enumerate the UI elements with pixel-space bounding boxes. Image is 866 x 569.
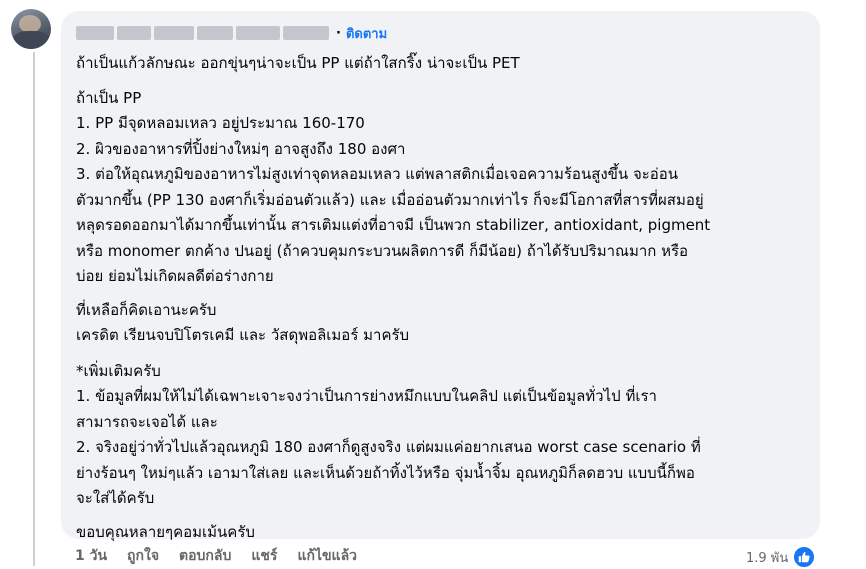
comment-bubble: · ติดตาม ถ้าเป็นแก้วลักษณะ ออกขุ่นๆน่าจะ…	[61, 11, 820, 541]
comment-line: ที่เหลือก็คิดเอานะครับ	[76, 300, 217, 319]
share-button[interactable]: แชร์	[251, 545, 277, 567]
redaction-block	[76, 26, 114, 40]
comment-line: สามารถจะเจอได้ และ	[76, 412, 218, 431]
comment-line: 1. ข้อมูลที่ผมให้ไม่ได้เฉพาะเจาะจงว่าเป็…	[76, 387, 657, 405]
reply-button[interactable]: ตอบกลับ	[179, 545, 231, 567]
comment-line: หลุดรอดออกมาได้มากขึ้นเท่านั้น สารเติมแต…	[76, 216, 711, 234]
thumbs-up-icon	[792, 545, 817, 569]
comment-line: จะใส่ได้ครับ	[76, 489, 155, 507]
comment-actions: 1 วัน ถูกใจ ตอบกลับ แชร์ แก้ไขแล้ว	[75, 545, 357, 567]
timestamp-link[interactable]: 1 วัน	[75, 545, 107, 567]
comment-line: บ่อย ย่อมไม่เกิดผลดีต่อร่างกาย	[76, 267, 274, 285]
comment-line: 3. ต่อให้อุณหภูมิของอาหารไม่สูงเท่าจุดหล…	[76, 165, 679, 183]
comment-line: *เพิ่มเติมครับ	[76, 361, 161, 380]
comment-header: · ติดตาม	[76, 24, 806, 42]
redaction-block	[117, 26, 151, 40]
thread-line	[33, 52, 35, 566]
redaction-block	[197, 26, 233, 40]
redaction-block	[154, 26, 194, 40]
comment-line: หรือ monomer ตกค้าง ปนอยู่ (ถ้าควบคุมกระ…	[76, 241, 689, 260]
redaction-block	[283, 26, 329, 40]
comment-line: ขอบคุณหลายๆคอมเม้นครับ	[76, 522, 255, 541]
edited-label[interactable]: แก้ไขแล้ว	[297, 545, 357, 567]
comment-line: ถ้าเป็น PP	[76, 88, 142, 107]
reaction-count: 1.9 พัน	[746, 550, 789, 566]
comment-line: ตัวมากขึ้น (PP 130 องศาก็เริ่มอ่อนตัวแล้…	[76, 190, 704, 209]
comment-line: 1. PP มีจุดหลอมเหลว อยู่ประมาณ 160-170	[76, 114, 365, 132]
comment-line: 2. ผิวของอาหารที่ปิ้งย่างใหม่ๆ อาจสูงถึง…	[76, 139, 406, 158]
comment-line: ถ้าเป็นแก้วลักษณะ ออกขุ่นๆน่าจะเป็น PP แ…	[76, 54, 520, 72]
comment-line: เครดิต เรียนจบปิโตรเคมี และ วัสดุพอลิเมอ…	[76, 326, 410, 344]
reaction-summary[interactable]: 1.9 พัน	[746, 545, 817, 569]
avatar[interactable]	[11, 9, 51, 49]
follow-link[interactable]: ติดตาม	[346, 23, 387, 44]
redaction-block	[236, 26, 280, 40]
comment-line: ย่างร้อนๆ ใหม่ๆแล้ว เอามาใส่เลย และเห็นด…	[76, 463, 695, 482]
like-button[interactable]: ถูกใจ	[127, 545, 159, 567]
avatar-body	[13, 31, 49, 49]
separator-dot: ·	[336, 25, 341, 41]
author-name-redacted[interactable]	[76, 26, 329, 40]
comment-line: 2. จริงอยู่ว่าทั่วไปแล้วอุณหภูมิ 180 องศ…	[76, 438, 701, 456]
